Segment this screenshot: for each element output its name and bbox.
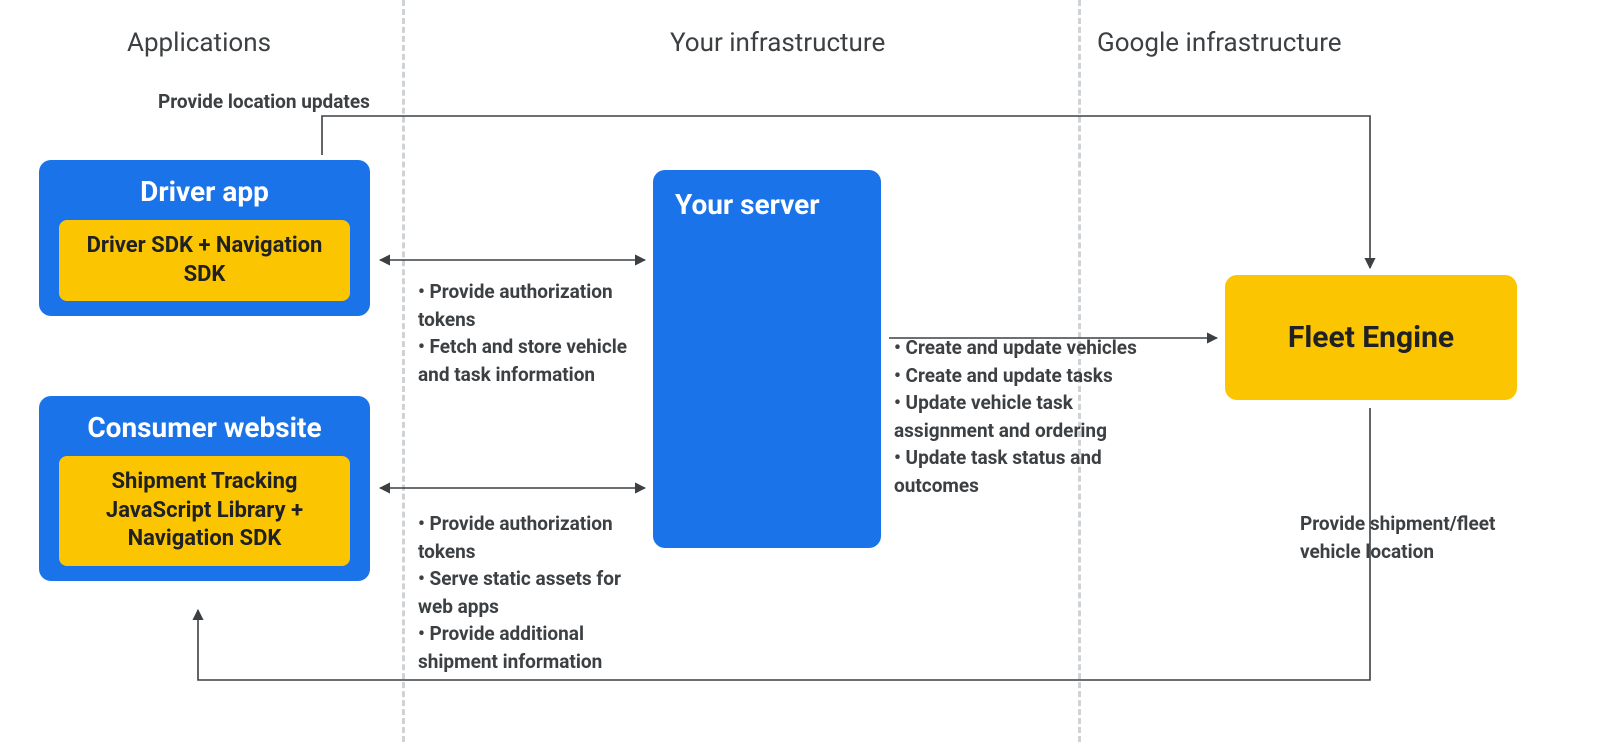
label-fleet-to-consumer: Provide shipment/fleet vehicle location	[1300, 510, 1560, 565]
bullet: • Update task status and outcomes	[894, 444, 1154, 499]
bullet: • Update vehicle task assignment and ord…	[894, 389, 1154, 444]
consumer-website-box: Consumer website Shipment Tracking JavaS…	[39, 396, 370, 581]
bullet: • Serve static assets for web apps	[418, 565, 648, 620]
section-your-infra: Your infrastructure	[670, 28, 885, 58]
driver-app-sdk-chip: Driver SDK + Navigation SDK	[59, 220, 350, 301]
consumer-website-title: Consumer website	[59, 411, 350, 444]
section-google-infra: Google infrastructure	[1097, 28, 1342, 58]
section-applications: Applications	[127, 28, 271, 58]
label-driver-server-bullets: • Provide authorization tokens • Fetch a…	[418, 278, 648, 388]
label-consumer-server-bullets: • Provide authorization tokens • Serve s…	[418, 510, 648, 675]
label-provide-location-updates: Provide location updates	[158, 88, 370, 116]
bullet: • Create and update tasks	[894, 362, 1154, 390]
bullet: • Fetch and store vehicle and task infor…	[418, 333, 648, 388]
bullet: • Provide additional shipment informatio…	[418, 620, 648, 675]
bullet: • Create and update vehicles	[894, 334, 1154, 362]
driver-app-box: Driver app Driver SDK + Navigation SDK	[39, 160, 370, 316]
your-server-box: Your server	[653, 170, 881, 548]
bullet: • Provide authorization tokens	[418, 510, 648, 565]
fleet-engine-title: Fleet Engine	[1288, 320, 1454, 355]
consumer-website-sdk-chip: Shipment Tracking JavaScript Library + N…	[59, 456, 350, 566]
divider-1	[402, 0, 405, 742]
label-server-fleet-bullets: • Create and update vehicles • Create an…	[894, 334, 1154, 499]
driver-app-title: Driver app	[59, 175, 350, 208]
fleet-engine-box: Fleet Engine	[1225, 275, 1517, 400]
bullet: • Provide authorization tokens	[418, 278, 648, 333]
your-server-title: Your server	[675, 188, 859, 221]
